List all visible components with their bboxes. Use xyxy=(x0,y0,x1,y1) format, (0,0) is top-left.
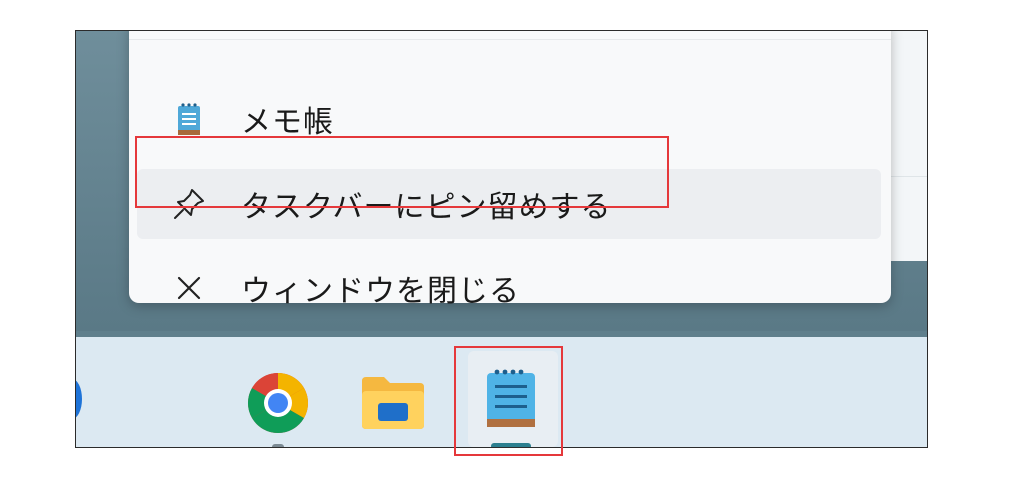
screenshot-frame: メモ帳 タスクバーにピン留めする ウィンドウを閉じる xyxy=(75,30,928,448)
notepad-icon xyxy=(169,99,209,139)
menu-item-notepad[interactable]: メモ帳 xyxy=(137,84,881,154)
notepad-icon xyxy=(481,369,541,441)
active-indicator xyxy=(491,443,531,447)
chrome-icon xyxy=(246,373,310,439)
folder-icon xyxy=(360,377,426,435)
menu-item-label: ウィンドウを閉じる xyxy=(241,274,520,309)
partial-app-icon[interactable] xyxy=(76,379,82,419)
menu-item-pin-to-taskbar[interactable]: タスクバーにピン留めする xyxy=(137,169,881,239)
taskbar-app-file-explorer[interactable] xyxy=(360,373,426,435)
running-indicator xyxy=(272,444,284,447)
taskbar xyxy=(76,337,927,447)
close-icon xyxy=(169,268,209,308)
menu-item-label: メモ帳 xyxy=(241,105,334,140)
taskbar-app-chrome[interactable] xyxy=(246,371,310,447)
menu-item-close-window[interactable]: ウィンドウを閉じる xyxy=(137,253,881,323)
menu-item-label: タスクバーにピン留めする xyxy=(241,190,612,225)
taskbar-app-notepad[interactable] xyxy=(481,365,541,447)
taskbar-context-menu: メモ帳 タスクバーにピン留めする ウィンドウを閉じる xyxy=(129,31,891,309)
pin-icon xyxy=(169,184,209,224)
